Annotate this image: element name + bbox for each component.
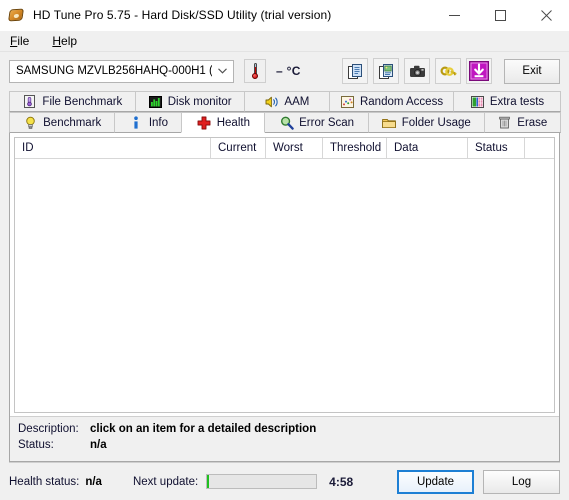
temperature-value: – °C	[276, 64, 301, 78]
screenshot-button[interactable]	[404, 58, 430, 84]
update-button-label: Update	[416, 475, 455, 488]
tab-aam-label: AAM	[284, 95, 310, 108]
exit-button[interactable]: Exit	[504, 58, 560, 84]
tab-random-access[interactable]: Random Access	[329, 91, 454, 112]
status-bar-buttons: Update Log	[388, 469, 560, 494]
progress-fill	[207, 475, 210, 488]
close-icon[interactable]	[523, 0, 569, 31]
menu-item-help[interactable]: Help	[49, 32, 87, 50]
health-status-value: n/a	[85, 475, 102, 488]
tab-erase[interactable]: Erase	[483, 112, 561, 133]
description-block: Description: click on an item for a deta…	[10, 416, 559, 461]
status-row: Status: n/a	[18, 439, 559, 455]
tab-error-scan-label: Error Scan	[299, 116, 355, 129]
temperature-indicator	[244, 59, 266, 83]
column-header-status[interactable]: Status	[468, 138, 525, 158]
description-row: Description: click on an item for a deta…	[18, 423, 559, 439]
exit-button-label: Exit	[522, 65, 542, 77]
list-header-row: ID Current Worst Threshold Data Status	[15, 138, 554, 159]
toolbar: SAMSUNG MZVLB256HAHQ-000H1 (256 – °C Exi…	[0, 52, 569, 90]
window-title: HD Tune Pro 5.75 - Hard Disk/SSD Utility…	[33, 8, 332, 22]
copy-button[interactable]	[342, 58, 368, 84]
description-value: click on an item for a detailed descript…	[90, 423, 317, 435]
log-button[interactable]: Log	[483, 469, 560, 494]
description-label: Description:	[18, 423, 79, 435]
tab-file-benchmark[interactable]: File Benchmark	[9, 91, 136, 112]
info-icon	[129, 115, 144, 130]
column-header-threshold[interactable]: Threshold	[323, 138, 387, 158]
speaker-icon	[264, 95, 279, 109]
tab-folder-usage-label: Folder Usage	[401, 116, 471, 129]
bar-chart-icon	[148, 95, 163, 109]
grid-chart-icon	[470, 95, 485, 109]
tab-file-benchmark-label: File Benchmark	[42, 95, 123, 108]
next-update-label: Next update:	[132, 475, 199, 488]
tab-row-2: Benchmark Info Health Error Scan Folder …	[9, 112, 561, 133]
tab-bar: File Benchmark Disk monitor AAM Random A…	[0, 90, 569, 133]
update-button[interactable]: Update	[397, 469, 474, 494]
settings-button[interactable]	[435, 58, 461, 84]
column-header-spacer[interactable]	[525, 138, 554, 158]
drive-select[interactable]: SAMSUNG MZVLB256HAHQ-000H1 (256	[9, 59, 234, 83]
red-cross-icon	[197, 116, 212, 130]
column-header-worst[interactable]: Worst	[266, 138, 323, 158]
time-remaining: 4:58	[329, 474, 354, 489]
menu-item-file[interactable]: File	[7, 32, 39, 50]
trash-icon	[497, 116, 512, 130]
log-button-label: Log	[511, 475, 532, 488]
tab-disk-monitor-label: Disk monitor	[167, 95, 232, 108]
status-bar: Health status: n/a Next update: 4:58 Upd…	[9, 462, 560, 500]
tab-extra-tests-label: Extra tests	[489, 95, 545, 108]
tab-benchmark[interactable]: Benchmark	[9, 112, 116, 133]
menu-bar: File Help	[0, 31, 569, 52]
next-update-progress	[206, 474, 318, 489]
smart-attributes-list[interactable]: ID Current Worst Threshold Data Status	[14, 137, 555, 413]
chevron-down-icon	[216, 68, 229, 74]
tab-health[interactable]: Health	[181, 112, 266, 133]
column-header-id[interactable]: ID	[15, 138, 211, 158]
scatter-icon	[340, 95, 355, 109]
tab-disk-monitor[interactable]: Disk monitor	[134, 91, 245, 112]
title-bar: HD Tune Pro 5.75 - Hard Disk/SSD Utility…	[0, 0, 569, 31]
minimize-icon[interactable]	[431, 0, 477, 31]
tab-folder-usage[interactable]: Folder Usage	[367, 112, 485, 133]
health-status-label: Health status:	[9, 475, 80, 488]
status-value: n/a	[90, 439, 107, 451]
thermometer-icon	[252, 63, 258, 79]
tab-row-1: File Benchmark Disk monitor AAM Random A…	[9, 91, 561, 112]
tab-extra-tests[interactable]: Extra tests	[452, 91, 561, 112]
hd-tune-window: HD Tune Pro 5.75 - Hard Disk/SSD Utility…	[0, 0, 569, 500]
drive-select-value: SAMSUNG MZVLB256HAHQ-000H1 (256	[16, 65, 212, 77]
window-controls	[431, 0, 569, 31]
tab-random-access-label: Random Access	[359, 95, 444, 108]
tab-error-scan[interactable]: Error Scan	[264, 112, 369, 133]
download-button[interactable]	[466, 58, 492, 84]
health-panel: ID Current Worst Threshold Data Status D…	[9, 133, 560, 462]
status-label: Status:	[18, 439, 54, 451]
hard-disk-icon	[8, 7, 25, 23]
tab-benchmark-label: Benchmark	[43, 116, 102, 129]
magnifier-icon	[279, 116, 294, 130]
tab-aam[interactable]: AAM	[243, 91, 331, 112]
column-header-data[interactable]: Data	[387, 138, 468, 158]
maximize-icon[interactable]	[477, 0, 523, 31]
column-header-current[interactable]: Current	[211, 138, 266, 158]
tab-info[interactable]: Info	[114, 112, 183, 133]
tab-health-label: Health	[216, 116, 250, 129]
list-body[interactable]	[15, 159, 554, 412]
file-benchmark-icon	[22, 95, 37, 109]
folder-icon	[382, 116, 397, 130]
tab-info-label: Info	[148, 116, 168, 129]
bulb-icon	[23, 116, 38, 130]
tab-erase-label: Erase	[517, 116, 548, 129]
copy-image-button[interactable]	[373, 58, 399, 84]
